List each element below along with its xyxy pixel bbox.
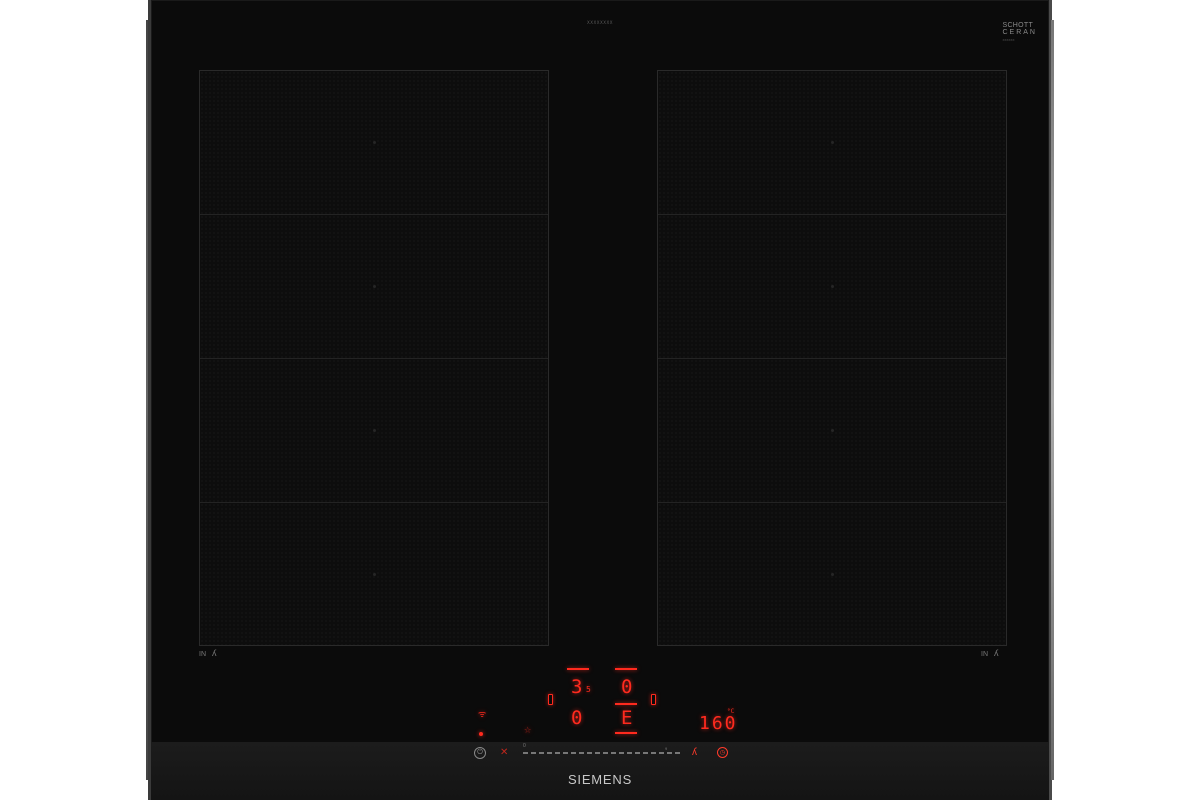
zone-label-text: IN [981, 651, 988, 658]
cert-line2: CERAN [1002, 29, 1037, 36]
power-level-display: 0 [621, 676, 633, 698]
display-bar [615, 668, 637, 670]
zone-label-right: IN ʎ [981, 648, 999, 658]
slider-min-label: 0 [523, 743, 526, 749]
slider-max-label: 9 [665, 746, 668, 751]
zone-divider [658, 502, 1006, 503]
control-strip: ⏻ ✕ 0 9 ʎ ◷ SIEMENS [151, 742, 1049, 800]
cooking-zone-left[interactable] [199, 70, 549, 646]
zone-divider [200, 214, 548, 215]
frying-sensor-icon[interactable]: ʎ [692, 747, 697, 758]
hob-frame-right [1051, 20, 1054, 780]
power-icon[interactable]: ⏻ [474, 747, 486, 759]
status-led [479, 732, 483, 736]
brand-logo: SIEMENS [567, 772, 633, 787]
temperature-unit: °C [727, 708, 735, 715]
zone-indicator-led [548, 694, 553, 705]
cooking-zone-right[interactable] [657, 70, 1007, 646]
temperature-display: 160 [699, 713, 738, 734]
frying-sensor-icon: ʎ [994, 648, 999, 658]
power-level-display: E [621, 707, 633, 729]
zone-center-marker [831, 285, 834, 288]
timer-icon[interactable]: ◷ [717, 747, 728, 758]
zone-center-marker [831, 573, 834, 576]
power-slider[interactable] [523, 752, 683, 754]
zone-divider [200, 358, 548, 359]
display-bar [567, 668, 589, 670]
zone-label-left: IN ʎ [199, 648, 217, 658]
cert-line3: XXXXXX [1002, 38, 1015, 42]
zone-center-marker [831, 141, 834, 144]
zone-divider [658, 214, 1006, 215]
power-level-display: 0 [571, 707, 583, 729]
schott-ceran-mark: SCHOTT CERAN XXXXXX [1002, 22, 1037, 42]
model-text: XXXXXXXX [587, 20, 613, 25]
display-bar [615, 732, 637, 734]
hob-frame-left [146, 20, 148, 780]
frying-sensor-icon: ʎ [212, 648, 217, 658]
remove-icon[interactable]: ✕ [500, 747, 508, 758]
zone-indicator-led [651, 694, 656, 705]
zone-center-marker [831, 429, 834, 432]
zone-divider [658, 358, 1006, 359]
zone-divider [200, 502, 548, 503]
zone-center-marker [373, 285, 376, 288]
zone-center-marker [373, 573, 376, 576]
display-bar [615, 703, 637, 705]
wifi-icon: ᯤ [478, 710, 487, 720]
zone-center-marker [373, 429, 376, 432]
power-level-display: 3 [571, 676, 583, 698]
induction-hob: XXXXXXXX SCHOTT CERAN XXXXXX IN ʎ IN ʎ 3 5… [146, 0, 1054, 800]
cert-line1: SCHOTT [1002, 22, 1034, 29]
zone-label-text: IN [199, 651, 206, 658]
power-level-sub: 5 [586, 685, 591, 694]
favourite-star-icon[interactable]: ☆ [524, 722, 531, 736]
zone-center-marker [373, 141, 376, 144]
